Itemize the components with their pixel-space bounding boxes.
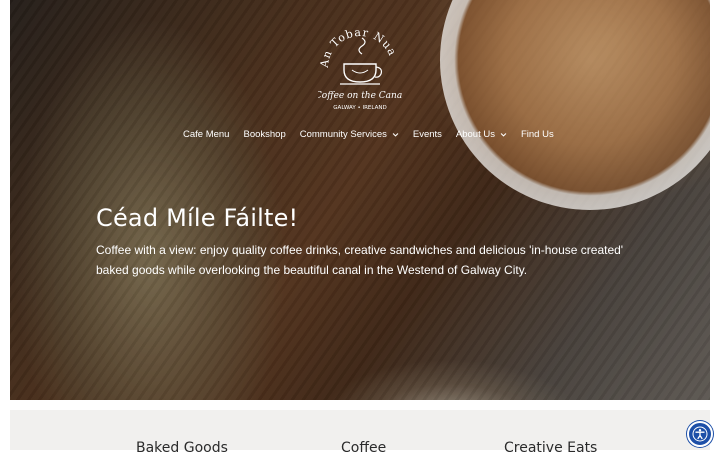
nav-about-us[interactable]: About Us (449, 129, 514, 140)
nav-label: Bookshop (243, 128, 286, 140)
nav-label: Community Services (299, 128, 387, 140)
accessibility-button[interactable] (687, 421, 713, 447)
feature-heading-creative-eats: Creative Eats (504, 440, 598, 456)
logo-script-text: Coffee on the Canal (318, 91, 402, 101)
svg-text:An Tobar Nua: An Tobar Nua (318, 26, 399, 70)
chevron-down-icon[interactable] (392, 131, 399, 138)
cafe-logo-icon: An Tobar Nua Coffee on the Canal GALWAY … (315, 26, 405, 111)
nav-events[interactable]: Events (406, 129, 449, 140)
main-nav: Cafe Menu Bookshop Community Services Ev… (176, 126, 561, 142)
nav-label: Cafe Menu (183, 128, 230, 140)
nav-bookshop[interactable]: Bookshop (236, 129, 292, 140)
logo-location-text: GALWAY • IRELAND (333, 105, 386, 111)
hero-title: Céad Míle Fáilte! (96, 204, 299, 232)
nav-label: Events (412, 128, 442, 140)
coffee-cup-image (440, 0, 710, 210)
nav-community-services[interactable]: Community Services (293, 129, 406, 140)
hero-description: Coffee with a view: enjoy quality coffee… (96, 243, 624, 277)
accessibility-icon (692, 426, 708, 442)
site-logo[interactable]: An Tobar Nua Coffee on the Canal GALWAY … (315, 18, 405, 112)
nav-find-us[interactable]: Find Us (514, 129, 561, 140)
nav-label: About Us (455, 128, 495, 140)
nav-cafe-menu[interactable]: Cafe Menu (176, 129, 236, 140)
nav-label: Find Us (520, 128, 554, 140)
chevron-down-icon[interactable] (500, 131, 507, 138)
feature-heading-coffee: Coffee (341, 440, 387, 456)
feature-heading-baked-goods: Baked Goods (136, 440, 228, 456)
logo-arc-text: An Tobar Nua (318, 26, 399, 70)
